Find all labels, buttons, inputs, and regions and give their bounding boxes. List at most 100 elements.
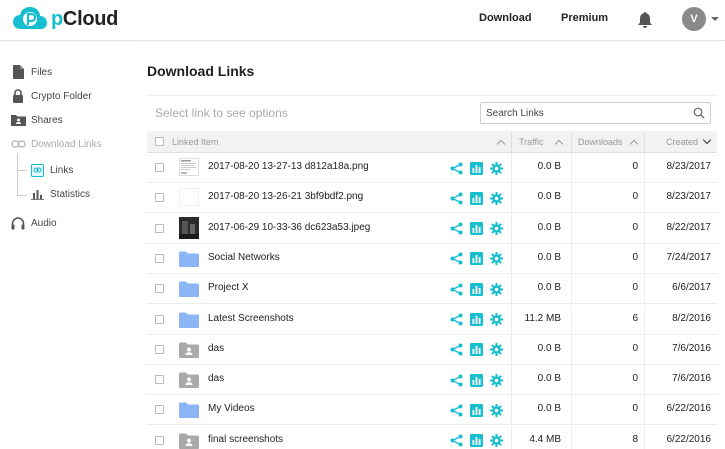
share-icon[interactable] [449, 313, 463, 327]
stats-icon[interactable] [469, 252, 483, 266]
stats-icon[interactable] [469, 191, 483, 205]
row-checkbox[interactable] [155, 314, 164, 324]
traffic-value: 0.0 B [537, 251, 561, 263]
table-row[interactable]: Social Networks 0.0 B 0 7/24/2017 [147, 243, 717, 274]
stats-icon[interactable] [469, 161, 483, 175]
linked-item-name[interactable]: 2017-08-20 13-26-21 3bf9bdf2.png [208, 191, 363, 202]
gear-icon[interactable] [489, 252, 503, 266]
sidebar-item-audio[interactable]: Audio [10, 214, 57, 232]
sidebar-item-shares[interactable]: Shares [10, 111, 63, 129]
sort-up-icon[interactable] [554, 139, 564, 149]
column-header-created[interactable]: Created [666, 131, 698, 153]
row-checkbox[interactable] [155, 223, 164, 233]
stats-icon[interactable] [469, 434, 483, 448]
share-icon[interactable] [449, 191, 463, 205]
headphones-icon [10, 215, 26, 231]
share-icon[interactable] [449, 403, 463, 417]
column-header-traffic[interactable]: Traffic [519, 131, 544, 153]
column-header-downloads[interactable]: Downloads [578, 131, 623, 153]
table-row[interactable]: 2017-08-20 13-26-21 3bf9bdf2.png 0.0 B 0 8/… [147, 183, 717, 214]
created-date: 8/22/2017 [666, 221, 712, 233]
table-row[interactable]: final screenshots 4.4 MB 8 6/22/2016 [147, 425, 717, 449]
share-icon[interactable] [449, 373, 463, 387]
linked-item-name[interactable]: Project X [208, 282, 249, 293]
gear-icon[interactable] [489, 313, 503, 327]
pcloud-logo[interactable]: pCloud [12, 6, 118, 32]
traffic-value: 0.0 B [537, 161, 561, 172]
linked-item-name[interactable]: final screenshots [208, 434, 283, 445]
stats-icon[interactable] [469, 313, 483, 327]
table-row[interactable]: das 0.0 B 0 7/6/2016 [147, 365, 717, 396]
sort-up-icon[interactable] [629, 139, 639, 149]
column-divider [511, 131, 512, 153]
row-checkbox[interactable] [155, 405, 164, 415]
table-row[interactable]: My Videos 0.0 B 0 6/22/2016 [147, 395, 717, 426]
table-row[interactable]: das 0.0 B 0 7/6/2016 [147, 334, 717, 365]
share-icon[interactable] [449, 434, 463, 448]
column-divider [644, 274, 645, 305]
tree-connector [17, 170, 27, 171]
stats-icon[interactable] [469, 403, 483, 417]
column-header-linked-item[interactable]: Linked Item [172, 131, 219, 153]
nav-premium-link[interactable]: Premium [561, 12, 608, 24]
row-checkbox[interactable] [155, 375, 164, 385]
sidebar-item-files[interactable]: Files [10, 63, 52, 81]
bell-icon[interactable] [637, 11, 653, 29]
linked-item-name[interactable]: My Videos [208, 403, 255, 414]
search-icon[interactable] [693, 107, 705, 119]
sidebar-item-statistics[interactable]: Statistics [31, 185, 90, 203]
downloads-value: 0 [632, 373, 638, 385]
row-checkbox[interactable] [155, 253, 164, 263]
table-row[interactable]: Latest Screenshots 11.2 MB 6 8/2/2016 [147, 304, 717, 335]
stats-icon[interactable] [469, 282, 483, 296]
gear-icon[interactable] [489, 282, 503, 296]
sidebar-item-links[interactable]: Links [31, 161, 73, 179]
row-checkbox[interactable] [155, 435, 164, 445]
table-row[interactable]: 2017-06-29 10-33-36 dc623a53.jpeg 0.0 B 0 8… [147, 213, 717, 244]
column-divider [511, 213, 512, 244]
sort-down-icon[interactable] [702, 135, 712, 145]
gear-icon[interactable] [489, 343, 503, 357]
gear-icon[interactable] [489, 222, 503, 236]
row-checkbox[interactable] [155, 284, 164, 294]
sort-up-icon[interactable] [496, 139, 506, 149]
sidebar-item-label: Files [31, 66, 53, 78]
chevron-down-icon[interactable] [711, 17, 719, 21]
stats-icon[interactable] [469, 222, 483, 236]
linked-item-name[interactable]: Latest Screenshots [208, 313, 294, 324]
table-row[interactable]: Project X 0.0 B 0 6/6/2017 [147, 274, 717, 305]
gear-icon[interactable] [489, 373, 503, 387]
table-row[interactable]: 2017-08-20 13-27-13 d812a18a.png 0.0 B 0 8/… [147, 153, 717, 183]
column-divider [644, 365, 645, 396]
stats-icon[interactable] [469, 343, 483, 357]
sidebar-item-download-links[interactable]: Download Links [10, 135, 102, 153]
share-icon[interactable] [449, 222, 463, 236]
gear-icon[interactable] [489, 403, 503, 417]
traffic-value: 0.0 B [537, 403, 561, 415]
nav-download-link[interactable]: Download [479, 12, 532, 24]
row-checkbox[interactable] [155, 193, 164, 203]
linked-item-name[interactable]: 2017-06-29 10-33-36 dc623a53.jpeg [208, 222, 370, 233]
downloads-value: 0 [632, 221, 638, 233]
stats-icon[interactable] [469, 373, 483, 387]
search-input[interactable] [486, 105, 686, 121]
row-checkbox[interactable] [155, 344, 164, 354]
gear-icon[interactable] [489, 161, 503, 175]
sidebar-item-crypto-folder[interactable]: Crypto Folder [10, 87, 92, 105]
share-icon[interactable] [449, 161, 463, 175]
gear-icon[interactable] [489, 191, 503, 205]
gear-icon[interactable] [489, 434, 503, 448]
select-all-checkbox[interactable] [155, 137, 164, 146]
share-icon[interactable] [449, 343, 463, 357]
linked-item-name[interactable]: das [208, 373, 224, 384]
linked-item-name[interactable]: das [208, 343, 224, 354]
search-box[interactable] [480, 102, 711, 124]
column-divider [571, 213, 572, 244]
share-icon[interactable] [449, 252, 463, 266]
user-avatar[interactable]: V [682, 7, 706, 31]
linked-item-name[interactable]: Social Networks [208, 252, 280, 263]
share-icon[interactable] [449, 282, 463, 296]
row-checkbox[interactable] [155, 163, 164, 172]
linked-item-name[interactable]: 2017-08-20 13-27-13 d812a18a.png [208, 161, 369, 172]
downloads-value: 0 [632, 342, 638, 354]
